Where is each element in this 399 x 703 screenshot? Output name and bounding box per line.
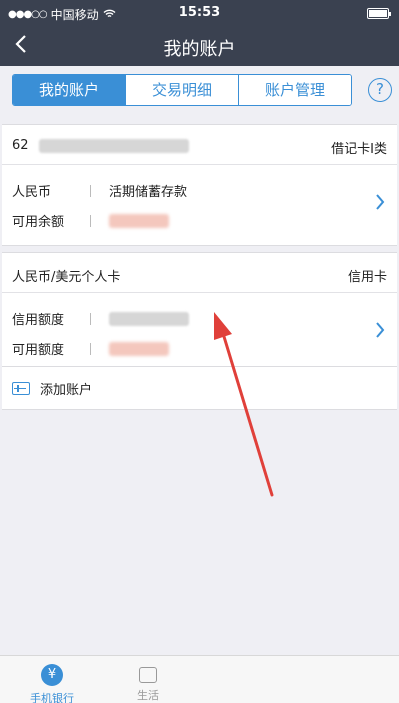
credit-card-account: 人民币/美元个人卡 信用卡 信用额度 可用额度 <box>2 252 397 374</box>
account-detail-row[interactable]: 信用额度 可用额度 <box>2 293 397 373</box>
balance-value <box>109 213 169 228</box>
help-icon[interactable]: ? <box>368 78 392 102</box>
segmented-tabs: 我的账户 交易明细 账户管理 <box>12 74 352 106</box>
account-type: 信用卡 <box>347 270 387 285</box>
account-detail-row[interactable]: 人民币 活期储蓄存款 可用余额 <box>2 165 397 245</box>
navbar: 我的账户 <box>0 26 399 66</box>
page-title: 我的账户 <box>163 39 236 60</box>
account-type: 借记卡I类 <box>331 142 387 157</box>
tab-life[interactable]: 生活 <box>108 664 188 703</box>
cup-icon <box>139 667 157 683</box>
balance-row: 可用余额 <box>12 211 169 230</box>
balance-label: 可用余额 <box>12 215 65 230</box>
tab-transaction-details[interactable]: 交易明细 <box>126 75 239 105</box>
available-limit-value <box>109 341 169 356</box>
tab-account-management[interactable]: 账户管理 <box>239 75 351 105</box>
chevron-right-icon <box>376 194 385 210</box>
credit-limit-label: 信用额度 <box>12 313 65 328</box>
yen-icon: ¥ <box>41 664 63 686</box>
account-name: 人民币/美元个人卡 <box>12 270 121 285</box>
tab-label: 手机银行 <box>30 692 74 703</box>
available-limit-label: 可用额度 <box>12 343 65 358</box>
available-limit-row: 可用额度 <box>12 339 169 358</box>
tab-area: 我的账户 交易明细 账户管理 ? <box>0 66 399 114</box>
add-account-button[interactable]: 添加账户 <box>2 366 397 410</box>
tab-mobile-banking[interactable]: ¥ 手机银行 <box>12 664 92 703</box>
credit-limit-row: 信用额度 <box>12 309 189 328</box>
account-number: 62 <box>12 138 189 153</box>
clock: 15:53 <box>178 5 221 20</box>
currency-row: 人民币 活期储蓄存款 <box>12 181 187 200</box>
bottom-tab-bar: ¥ 手机银行 生活 <box>0 655 399 703</box>
tab-my-account[interactable]: 我的账户 <box>13 75 126 105</box>
add-account-label: 添加账户 <box>40 382 93 398</box>
deposit-type: 活期储蓄存款 <box>109 185 188 200</box>
card-add-icon <box>12 381 30 395</box>
credit-limit-value <box>109 311 189 326</box>
currency-label: 人民币 <box>12 185 52 200</box>
tab-label: 生活 <box>137 689 159 702</box>
chevron-right-icon <box>376 322 385 338</box>
account-header: 人民币/美元个人卡 信用卡 <box>2 253 397 293</box>
status-bar: ●●●○○ 中国移动 15:53 <box>0 0 399 26</box>
account-header: 62 借记卡I类 <box>2 125 397 165</box>
battery-icon <box>367 8 391 19</box>
debit-card-account: 62 借记卡I类 人民币 活期储蓄存款 可用余额 <box>2 124 397 246</box>
